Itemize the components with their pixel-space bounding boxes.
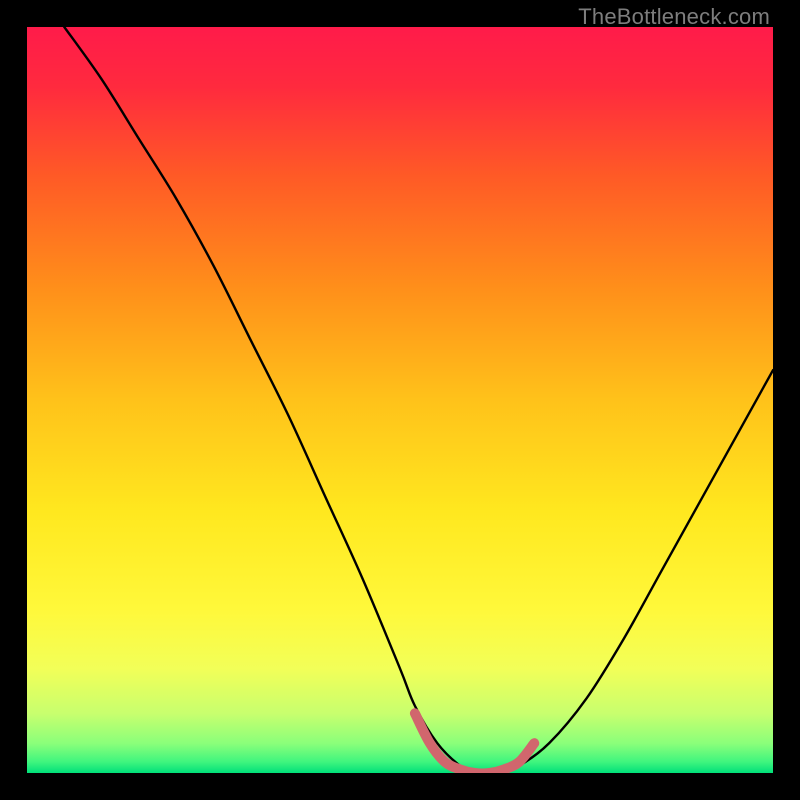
curve-layer [27,27,773,773]
sweet-spot-marker [415,713,534,773]
plot-area [27,27,773,773]
watermark-text: TheBottleneck.com [578,4,770,30]
bottleneck-curve [64,27,773,773]
chart-frame: TheBottleneck.com [0,0,800,800]
